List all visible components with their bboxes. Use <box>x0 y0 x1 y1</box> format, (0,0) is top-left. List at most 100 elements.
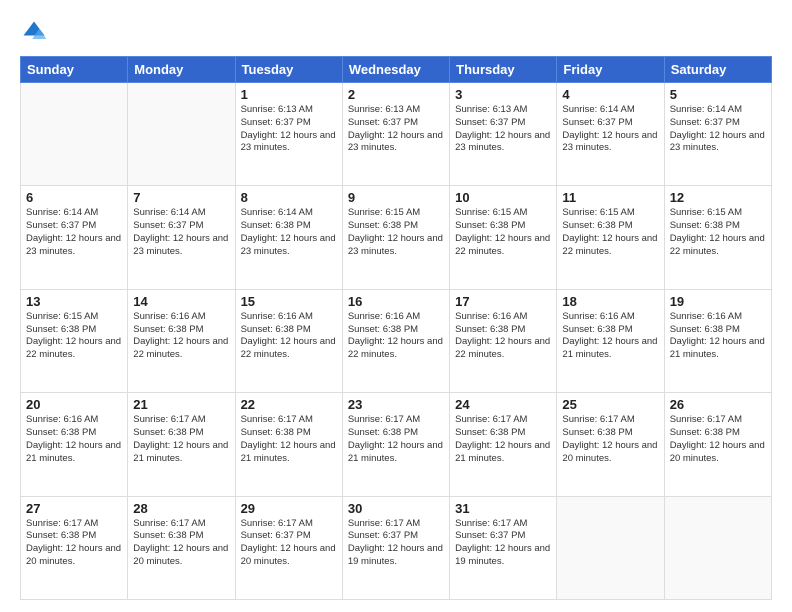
day-number: 5 <box>670 87 766 102</box>
day-info: Sunrise: 6:17 AM Sunset: 6:38 PM Dayligh… <box>670 414 766 465</box>
calendar-cell: 13 Sunrise: 6:15 AM Sunset: 6:38 PM Dayli… <box>21 289 128 392</box>
day-number: 24 <box>455 397 551 412</box>
day-number: 17 <box>455 294 551 309</box>
calendar-cell: 31Sunrise: 6:17 AM Sunset: 6:37 PM Dayli… <box>450 496 557 599</box>
day-number: 10 <box>455 190 551 205</box>
calendar-week-2: 13 Sunrise: 6:15 AM Sunset: 6:38 PM Dayli… <box>21 289 772 392</box>
day-number: 4 <box>562 87 658 102</box>
day-number: 16 <box>348 294 444 309</box>
calendar-cell: 25 Sunrise: 6:17 AM Sunset: 6:38 PM Dayli… <box>557 393 664 496</box>
calendar-header-row: SundayMondayTuesdayWednesdayThursdayFrid… <box>21 57 772 83</box>
day-info: Sunrise: 6:15 AM Sunset: 6:38 PM Dayligh… <box>348 207 444 258</box>
day-number: 14 <box>133 294 229 309</box>
day-info: Sunrise: 6:17 AM Sunset: 6:37 PM Dayligh… <box>455 518 551 569</box>
day-number: 21 <box>133 397 229 412</box>
day-number: 7 <box>133 190 229 205</box>
calendar-week-1: 6 Sunrise: 6:14 AM Sunset: 6:37 PM Daylig… <box>21 186 772 289</box>
day-info: Sunrise: 6:17 AM Sunset: 6:38 PM Dayligh… <box>133 518 229 569</box>
day-info: Sunrise: 6:14 AM Sunset: 6:38 PM Dayligh… <box>241 207 337 258</box>
day-info: Sunrise: 6:17 AM Sunset: 6:37 PM Dayligh… <box>348 518 444 569</box>
day-number: 22 <box>241 397 337 412</box>
day-number: 2 <box>348 87 444 102</box>
day-info: Sunrise: 6:17 AM Sunset: 6:38 PM Dayligh… <box>241 414 337 465</box>
day-info: Sunrise: 6:14 AM Sunset: 6:37 PM Dayligh… <box>670 104 766 155</box>
calendar-cell: 28 Sunrise: 6:17 AM Sunset: 6:38 PM Dayli… <box>128 496 235 599</box>
day-info: Sunrise: 6:15 AM Sunset: 6:38 PM Dayligh… <box>455 207 551 258</box>
day-info: Sunrise: 6:17 AM Sunset: 6:38 PM Dayligh… <box>26 518 122 569</box>
day-info: Sunrise: 6:14 AM Sunset: 6:37 PM Dayligh… <box>562 104 658 155</box>
day-info: Sunrise: 6:15 AM Sunset: 6:38 PM Dayligh… <box>670 207 766 258</box>
day-info: Sunrise: 6:14 AM Sunset: 6:37 PM Dayligh… <box>26 207 122 258</box>
day-number: 12 <box>670 190 766 205</box>
day-number: 19 <box>670 294 766 309</box>
day-number: 30 <box>348 501 444 516</box>
header <box>20 18 772 46</box>
day-number: 13 <box>26 294 122 309</box>
day-number: 27 <box>26 501 122 516</box>
calendar-cell: 6 Sunrise: 6:14 AM Sunset: 6:37 PM Daylig… <box>21 186 128 289</box>
calendar-cell: 19 Sunrise: 6:16 AM Sunset: 6:38 PM Dayli… <box>664 289 771 392</box>
calendar-cell: 26Sunrise: 6:17 AM Sunset: 6:38 PM Dayli… <box>664 393 771 496</box>
calendar-week-0: 1 Sunrise: 6:13 AM Sunset: 6:37 PM Daylig… <box>21 83 772 186</box>
calendar-header-monday: Monday <box>128 57 235 83</box>
calendar-header-wednesday: Wednesday <box>342 57 449 83</box>
day-info: Sunrise: 6:16 AM Sunset: 6:38 PM Dayligh… <box>455 311 551 362</box>
day-info: Sunrise: 6:15 AM Sunset: 6:38 PM Dayligh… <box>26 311 122 362</box>
day-info: Sunrise: 6:16 AM Sunset: 6:38 PM Dayligh… <box>26 414 122 465</box>
calendar-week-4: 27 Sunrise: 6:17 AM Sunset: 6:38 PM Dayli… <box>21 496 772 599</box>
calendar-cell: 3Sunrise: 6:13 AM Sunset: 6:37 PM Daylig… <box>450 83 557 186</box>
day-number: 8 <box>241 190 337 205</box>
day-info: Sunrise: 6:16 AM Sunset: 6:38 PM Dayligh… <box>241 311 337 362</box>
day-info: Sunrise: 6:17 AM Sunset: 6:38 PM Dayligh… <box>133 414 229 465</box>
calendar-header-thursday: Thursday <box>450 57 557 83</box>
logo <box>20 18 52 46</box>
page: SundayMondayTuesdayWednesdayThursdayFrid… <box>0 0 792 612</box>
day-info: Sunrise: 6:17 AM Sunset: 6:38 PM Dayligh… <box>455 414 551 465</box>
calendar-cell: 5 Sunrise: 6:14 AM Sunset: 6:37 PM Daylig… <box>664 83 771 186</box>
day-info: Sunrise: 6:16 AM Sunset: 6:38 PM Dayligh… <box>562 311 658 362</box>
day-number: 28 <box>133 501 229 516</box>
day-info: Sunrise: 6:14 AM Sunset: 6:37 PM Dayligh… <box>133 207 229 258</box>
calendar-header-friday: Friday <box>557 57 664 83</box>
calendar-cell: 24 Sunrise: 6:17 AM Sunset: 6:38 PM Dayli… <box>450 393 557 496</box>
day-info: Sunrise: 6:13 AM Sunset: 6:37 PM Dayligh… <box>348 104 444 155</box>
calendar-cell: 12 Sunrise: 6:15 AM Sunset: 6:38 PM Dayli… <box>664 186 771 289</box>
calendar-cell: 10 Sunrise: 6:15 AM Sunset: 6:38 PM Dayli… <box>450 186 557 289</box>
calendar-cell: 9 Sunrise: 6:15 AM Sunset: 6:38 PM Daylig… <box>342 186 449 289</box>
day-number: 9 <box>348 190 444 205</box>
calendar-cell <box>128 83 235 186</box>
day-number: 18 <box>562 294 658 309</box>
calendar-header-sunday: Sunday <box>21 57 128 83</box>
day-info: Sunrise: 6:17 AM Sunset: 6:37 PM Dayligh… <box>241 518 337 569</box>
day-info: Sunrise: 6:17 AM Sunset: 6:38 PM Dayligh… <box>348 414 444 465</box>
calendar-cell <box>557 496 664 599</box>
calendar-cell: 30 Sunrise: 6:17 AM Sunset: 6:37 PM Dayli… <box>342 496 449 599</box>
day-number: 20 <box>26 397 122 412</box>
day-number: 6 <box>26 190 122 205</box>
calendar-cell <box>664 496 771 599</box>
day-number: 23 <box>348 397 444 412</box>
calendar-cell: 21 Sunrise: 6:17 AM Sunset: 6:38 PM Dayli… <box>128 393 235 496</box>
day-info: Sunrise: 6:16 AM Sunset: 6:38 PM Dayligh… <box>133 311 229 362</box>
calendar-cell: 14 Sunrise: 6:16 AM Sunset: 6:38 PM Dayli… <box>128 289 235 392</box>
day-number: 11 <box>562 190 658 205</box>
calendar-cell: 15Sunrise: 6:16 AM Sunset: 6:38 PM Dayli… <box>235 289 342 392</box>
day-info: Sunrise: 6:13 AM Sunset: 6:37 PM Dayligh… <box>241 104 337 155</box>
calendar-cell: 20 Sunrise: 6:16 AM Sunset: 6:38 PM Dayli… <box>21 393 128 496</box>
logo-icon <box>20 18 48 46</box>
calendar-cell: 4 Sunrise: 6:14 AM Sunset: 6:37 PM Daylig… <box>557 83 664 186</box>
day-number: 29 <box>241 501 337 516</box>
calendar-cell: 11Sunrise: 6:15 AM Sunset: 6:38 PM Dayli… <box>557 186 664 289</box>
calendar-header-saturday: Saturday <box>664 57 771 83</box>
day-info: Sunrise: 6:16 AM Sunset: 6:38 PM Dayligh… <box>670 311 766 362</box>
calendar-cell: 1 Sunrise: 6:13 AM Sunset: 6:37 PM Daylig… <box>235 83 342 186</box>
calendar-cell: 17 Sunrise: 6:16 AM Sunset: 6:38 PM Dayli… <box>450 289 557 392</box>
calendar-cell: 18 Sunrise: 6:16 AM Sunset: 6:38 PM Dayli… <box>557 289 664 392</box>
day-number: 1 <box>241 87 337 102</box>
day-info: Sunrise: 6:17 AM Sunset: 6:38 PM Dayligh… <box>562 414 658 465</box>
calendar-table: SundayMondayTuesdayWednesdayThursdayFrid… <box>20 56 772 600</box>
day-number: 25 <box>562 397 658 412</box>
calendar-cell <box>21 83 128 186</box>
calendar-cell: 8 Sunrise: 6:14 AM Sunset: 6:38 PM Daylig… <box>235 186 342 289</box>
calendar-cell: 23 Sunrise: 6:17 AM Sunset: 6:38 PM Dayli… <box>342 393 449 496</box>
